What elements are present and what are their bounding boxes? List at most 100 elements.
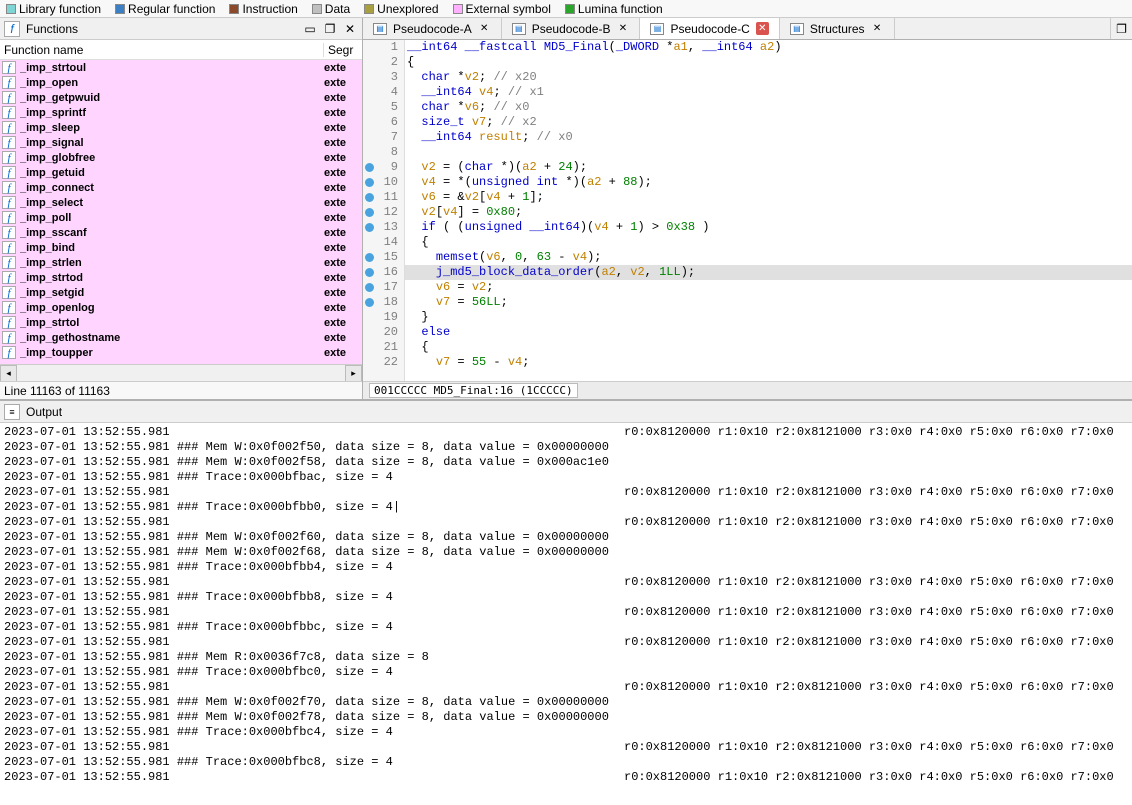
line-number[interactable]: 20: [363, 325, 398, 340]
code-line[interactable]: memset(v6, 0, 63 - v4);: [405, 250, 1132, 265]
breakpoint-icon[interactable]: [365, 208, 374, 217]
breakpoint-icon[interactable]: [365, 163, 374, 172]
line-number[interactable]: 22: [363, 355, 398, 370]
line-number[interactable]: 14: [363, 235, 398, 250]
code-line[interactable]: if ( (unsigned __int64)(v4 + 1) > 0x38 ): [405, 220, 1132, 235]
function-icon: f: [2, 106, 16, 119]
line-number[interactable]: 10: [363, 175, 398, 190]
function-row[interactable]: f_imp_selectexte: [0, 195, 362, 210]
code-line[interactable]: v6 = v2;: [405, 280, 1132, 295]
code-line[interactable]: else: [405, 325, 1132, 340]
tabs-restore-icon[interactable]: ❐: [1110, 18, 1132, 39]
code-line[interactable]: __int64 __fastcall MD5_Final(_DWORD *a1,…: [405, 40, 1132, 55]
functions-hscroll[interactable]: ◂ ▸: [0, 364, 362, 381]
line-number[interactable]: 11: [363, 190, 398, 205]
line-number[interactable]: 12: [363, 205, 398, 220]
output-text: 2023-07-01 13:52:55.981: [4, 605, 624, 620]
restore-icon[interactable]: ❐: [322, 21, 338, 37]
breakpoint-icon[interactable]: [365, 268, 374, 277]
code-line[interactable]: {: [405, 235, 1132, 250]
breakpoint-icon[interactable]: [365, 298, 374, 307]
code-line[interactable]: v2 = (char *)(a2 + 24);: [405, 160, 1132, 175]
tab-close-icon[interactable]: ✕: [478, 22, 491, 35]
code-line[interactable]: v4 = *(unsigned int *)(a2 + 88);: [405, 175, 1132, 190]
code-line[interactable]: char *v2; // x20: [405, 70, 1132, 85]
code-line[interactable]: v7 = 56LL;: [405, 295, 1132, 310]
line-number[interactable]: 16: [363, 265, 398, 280]
function-row[interactable]: f_imp_sscanfexte: [0, 225, 362, 240]
function-row[interactable]: f_imp_pollexte: [0, 210, 362, 225]
code-line[interactable]: j_md5_block_data_order(a2, v2, 1LL);: [405, 265, 1132, 280]
gutter[interactable]: 12345678910111213141516171819202122: [363, 40, 405, 381]
line-number[interactable]: 8: [363, 145, 398, 160]
code-line[interactable]: __int64 result; // x0: [405, 130, 1132, 145]
code-line[interactable]: {: [405, 55, 1132, 70]
col-function-name[interactable]: Function name: [0, 43, 324, 57]
code-line[interactable]: [405, 145, 1132, 160]
code-line[interactable]: __int64 v4; // x1: [405, 85, 1132, 100]
dock-icon[interactable]: ▭: [302, 21, 318, 37]
function-row[interactable]: f_imp_strtolexte: [0, 315, 362, 330]
output-body[interactable]: 2023-07-01 13:52:55.981r0:0x8120000 r1:0…: [0, 423, 1132, 805]
line-number[interactable]: 5: [363, 100, 398, 115]
line-number[interactable]: 9: [363, 160, 398, 175]
tab-pseudocode-a[interactable]: ▤Pseudocode-A✕: [363, 18, 502, 39]
breakpoint-icon[interactable]: [365, 178, 374, 187]
function-row[interactable]: f_imp_strtodexte: [0, 270, 362, 285]
line-number[interactable]: 1: [363, 40, 398, 55]
line-number[interactable]: 15: [363, 250, 398, 265]
code-line[interactable]: {: [405, 340, 1132, 355]
code-line[interactable]: v7 = 55 - v4;: [405, 355, 1132, 370]
function-row[interactable]: f_imp_globfreeexte: [0, 150, 362, 165]
function-row[interactable]: f_imp_signalexte: [0, 135, 362, 150]
line-number[interactable]: 17: [363, 280, 398, 295]
line-number[interactable]: 18: [363, 295, 398, 310]
function-icon: f: [2, 301, 16, 314]
function-row[interactable]: f_imp_strtoulexte: [0, 60, 362, 75]
function-row[interactable]: f_imp_sprintfexte: [0, 105, 362, 120]
line-number[interactable]: 13: [363, 220, 398, 235]
code-line[interactable]: v2[v4] = 0x80;: [405, 205, 1132, 220]
function-row[interactable]: f_imp_setgidexte: [0, 285, 362, 300]
function-name: _imp_getpwuid: [20, 92, 324, 104]
tab-close-icon[interactable]: ✕: [871, 22, 884, 35]
scroll-left-icon[interactable]: ◂: [0, 365, 17, 382]
function-row[interactable]: f_imp_getpwuidexte: [0, 90, 362, 105]
tab-structures[interactable]: ▤Structures✕: [780, 18, 895, 39]
code-line[interactable]: }: [405, 310, 1132, 325]
code-body[interactable]: 12345678910111213141516171819202122 __in…: [363, 40, 1132, 381]
tab-pseudocode-c[interactable]: ▤Pseudocode-C✕: [640, 18, 779, 39]
function-row[interactable]: f_imp_openlogexte: [0, 300, 362, 315]
function-row[interactable]: f_imp_gethostnameexte: [0, 330, 362, 345]
tab-close-icon[interactable]: ✕: [616, 22, 629, 35]
function-row[interactable]: f_imp_bindexte: [0, 240, 362, 255]
functions-list[interactable]: f_imp_strtoulextef_imp_openextef_imp_get…: [0, 60, 362, 364]
tab-pseudocode-b[interactable]: ▤Pseudocode-B✕: [502, 18, 641, 39]
col-segment[interactable]: Segr: [324, 43, 362, 57]
tab-label: Pseudocode-B: [532, 22, 611, 36]
code-line[interactable]: size_t v7; // x2: [405, 115, 1132, 130]
code-line[interactable]: v6 = &v2[v4 + 1];: [405, 190, 1132, 205]
line-number[interactable]: 7: [363, 130, 398, 145]
line-number[interactable]: 19: [363, 310, 398, 325]
function-row[interactable]: f_imp_strlenexte: [0, 255, 362, 270]
code-line[interactable]: char *v6; // x0: [405, 100, 1132, 115]
function-row[interactable]: f_imp_toupperexte: [0, 345, 362, 360]
line-number[interactable]: 3: [363, 70, 398, 85]
function-row[interactable]: f_imp_sleepexte: [0, 120, 362, 135]
breakpoint-icon[interactable]: [365, 253, 374, 262]
breakpoint-icon[interactable]: [365, 193, 374, 202]
function-row[interactable]: f_imp_openexte: [0, 75, 362, 90]
line-number[interactable]: 2: [363, 55, 398, 70]
breakpoint-icon[interactable]: [365, 223, 374, 232]
scroll-right-icon[interactable]: ▸: [345, 365, 362, 382]
line-number[interactable]: 21: [363, 340, 398, 355]
breakpoint-icon[interactable]: [365, 283, 374, 292]
function-row[interactable]: f_imp_connectexte: [0, 180, 362, 195]
tab-close-icon[interactable]: ✕: [756, 22, 769, 35]
line-number[interactable]: 4: [363, 85, 398, 100]
close-icon[interactable]: ✕: [342, 21, 358, 37]
line-number[interactable]: 6: [363, 115, 398, 130]
code-lines[interactable]: __int64 __fastcall MD5_Final(_DWORD *a1,…: [405, 40, 1132, 381]
function-row[interactable]: f_imp_getuidexte: [0, 165, 362, 180]
